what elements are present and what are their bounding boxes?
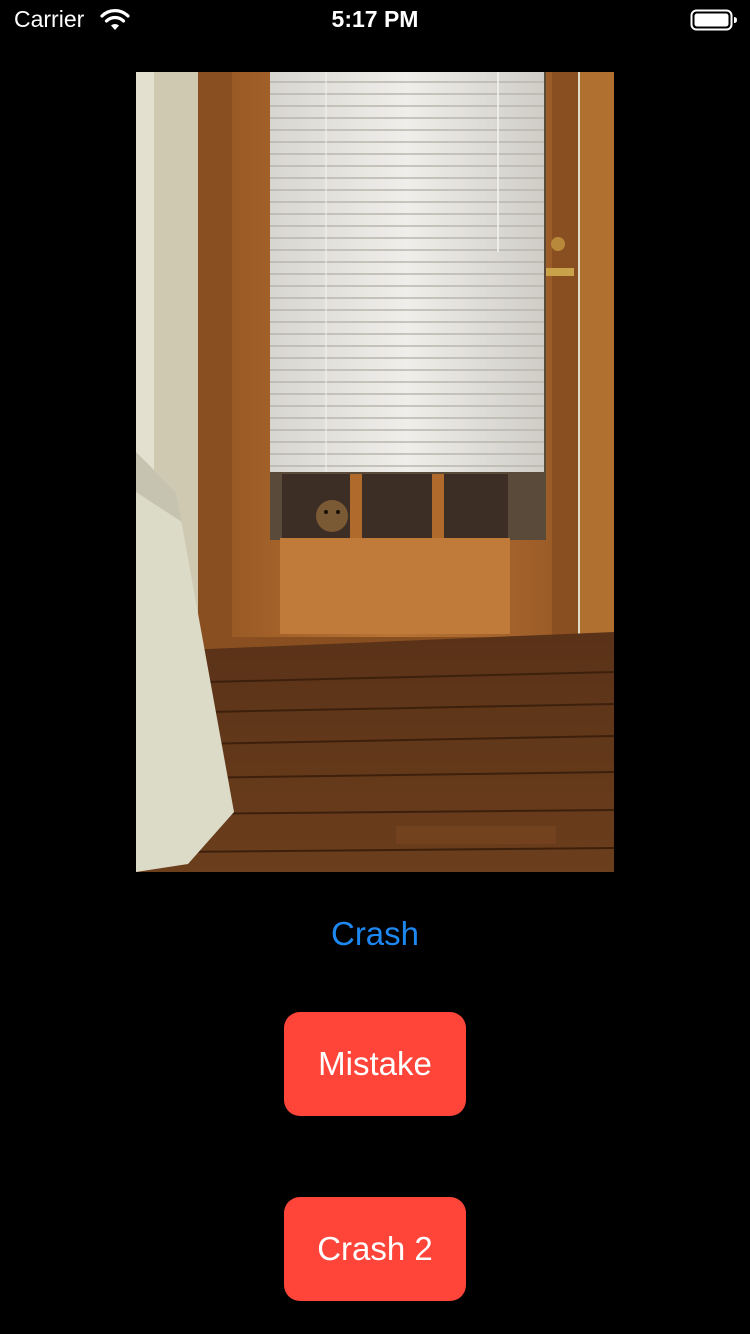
- status-time: 5:17 PM: [331, 6, 419, 32]
- crash-2-button[interactable]: Crash 2: [284, 1197, 466, 1301]
- door-photo: [136, 72, 614, 872]
- status-bar: Carrier 5:17 PM: [0, 0, 750, 40]
- battery-full-icon: [690, 9, 737, 31]
- door-photo-illustration: [136, 72, 614, 872]
- mistake-button[interactable]: Mistake: [284, 1012, 466, 1116]
- crash-button[interactable]: Crash: [275, 906, 475, 962]
